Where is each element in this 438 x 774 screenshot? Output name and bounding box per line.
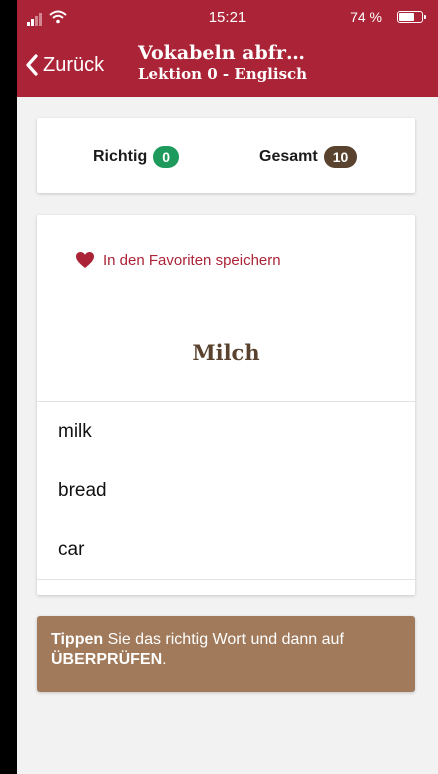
correct-label: Richtig [93,148,148,165]
battery-icon [397,11,426,23]
divider [37,579,415,580]
favorite-label: In den Favoriten speichern [103,251,281,269]
back-label: Zurück [43,53,105,76]
answer-option[interactable]: milk [37,403,415,461]
quiz-card: In den Favoriten speichern Milch milk br… [37,215,415,595]
status-bar: 15:21 74 % [17,0,438,34]
favorite-button[interactable]: In den Favoriten speichern [75,251,281,269]
app-screen: 15:21 74 % Zurück Vokabeln abfr… Lektion… [17,0,438,774]
question-word: Milch [192,340,260,365]
total-badge: 10 [323,146,358,168]
battery-fill [399,13,414,21]
answer-option[interactable]: car [37,521,415,579]
back-button[interactable]: Zurück [25,50,104,80]
nav-header: 15:21 74 % Zurück Vokabeln abfr… Lektion… [17,0,438,97]
hint-bold-tippen: Tippen [51,631,104,648]
battery-percent: 74 % [350,9,382,25]
nav-titles: Vokabeln abfr… Lektion 0 - Englisch [138,42,307,84]
hint-bold-check: ÜBERPRÜFEN [51,651,163,668]
hint-text: Sie das richtig Wort und dann auf [103,631,344,648]
answer-option[interactable]: bread [37,462,415,520]
total-score: Gesamt 10 [259,146,358,168]
divider [37,401,415,402]
page-title: Vokabeln abfr… [138,42,305,64]
total-label: Gesamt [259,148,318,165]
score-card: Richtig 0 Gesamt 10 [37,118,415,193]
correct-badge: 0 [153,146,180,168]
correct-score: Richtig 0 [93,146,180,168]
heart-icon [76,252,94,268]
chevron-left-icon [26,54,38,76]
page-subtitle: Lektion 0 - Englisch [138,65,308,83]
hint-text-end: . [162,651,167,668]
hint-box: Tippen Sie das richtig Wort und dann auf… [37,616,415,692]
